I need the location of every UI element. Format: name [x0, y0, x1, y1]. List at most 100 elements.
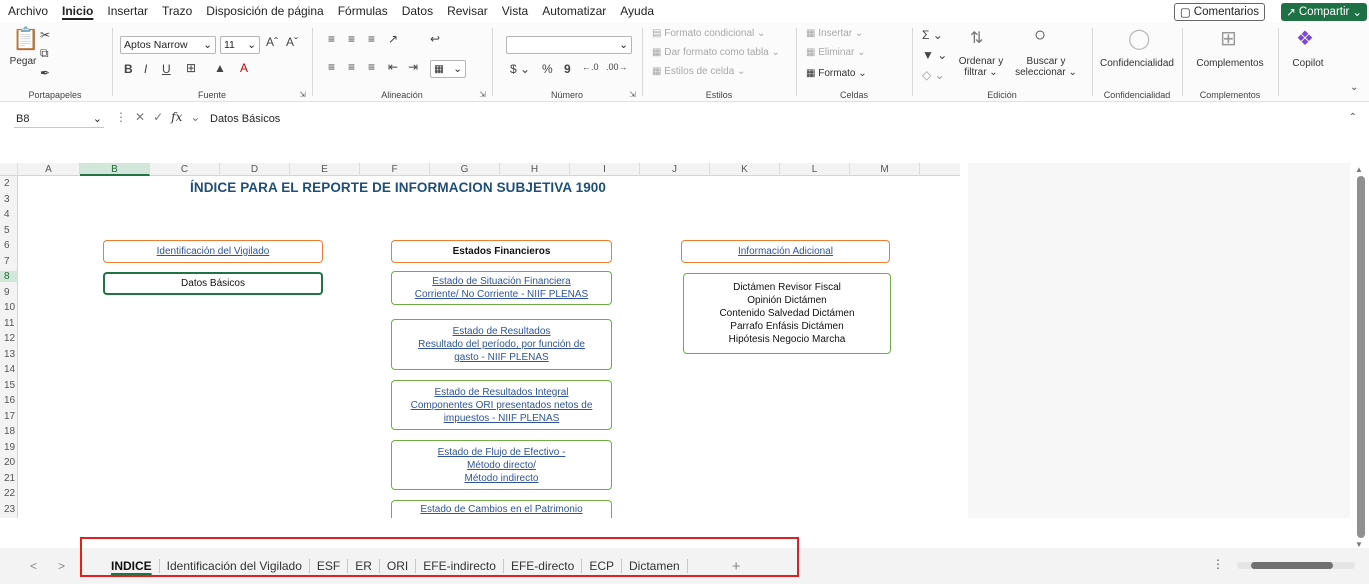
er-line1[interactable]: Estado de Resultados: [453, 325, 551, 338]
menu-tab-insertar[interactable]: Insertar: [107, 4, 148, 18]
function-icon[interactable]: fx: [171, 110, 182, 124]
column-header[interactable]: B: [80, 163, 150, 176]
scroll-up-icon[interactable]: ▲: [1355, 165, 1363, 174]
shield-icon[interactable]: ◯: [1128, 26, 1150, 51]
ori-line2[interactable]: Componentes ORI presentados netos de: [411, 399, 593, 412]
shrink-font-icon[interactable]: Aˇ: [286, 35, 298, 49]
column-header[interactable]: D: [220, 163, 290, 176]
row-header[interactable]: 18: [0, 426, 18, 437]
font-color-icon[interactable]: A: [240, 61, 248, 75]
name-box[interactable]: B8 ⌄: [14, 110, 104, 128]
row-header[interactable]: 22: [0, 488, 18, 499]
prev-sheet-icon[interactable]: <: [30, 559, 37, 573]
header-identificacion-link[interactable]: Identificación del Vigilado: [157, 245, 270, 258]
find-select-label[interactable]: Buscar y seleccionar ⌄: [1014, 56, 1078, 78]
ribbon-collapse-icon[interactable]: ⌄: [1350, 82, 1358, 93]
row-header[interactable]: 9: [0, 287, 18, 298]
link-cambios-patrimonio[interactable]: Estado de Cambios en el Patrimonio: [391, 500, 612, 518]
row-header[interactable]: 8: [0, 271, 18, 282]
esf-line1[interactable]: Estado de Situación Financiera: [432, 275, 570, 288]
menu-tab-f-rmulas[interactable]: Fórmulas: [338, 4, 388, 18]
insert-cells-button[interactable]: ▦ Insertar ⌄: [806, 28, 863, 39]
align-top-icon[interactable]: ≡: [328, 32, 335, 46]
clear-icon[interactable]: ◇ ⌄: [922, 68, 945, 82]
font-name-select[interactable]: Aptos Narrow ⌄: [120, 36, 216, 54]
row-header[interactable]: 15: [0, 380, 18, 391]
confirm-icon[interactable]: ✓: [153, 110, 163, 124]
share-button[interactable]: ↗ Compartir ⌄: [1281, 3, 1367, 21]
ori-line3[interactable]: impuestos - NIIF PLENAS: [444, 412, 560, 425]
link-flujo-efectivo[interactable]: Estado de Flujo de Efectivo - Método dir…: [391, 440, 612, 490]
more-options-icon[interactable]: ⋮: [115, 110, 127, 124]
conditional-format-button[interactable]: ▤ Formato condicional ⌄: [652, 28, 765, 39]
align-center-icon[interactable]: ≡: [348, 60, 355, 74]
format-as-table-button[interactable]: ▦ Dar formato como tabla ⌄: [652, 47, 780, 58]
copilot-icon[interactable]: ❖: [1296, 26, 1314, 51]
menu-tab-archivo[interactable]: Archivo: [8, 4, 48, 18]
grow-font-icon[interactable]: Aˆ: [266, 35, 278, 49]
decrease-decimal-icon[interactable]: .00→: [606, 62, 628, 72]
chevron-up-icon[interactable]: ⌃: [1349, 112, 1357, 123]
column-header[interactable]: C: [150, 163, 220, 176]
er-line3[interactable]: gasto - NIIF PLENAS: [454, 351, 548, 364]
row-header[interactable]: 14: [0, 364, 18, 375]
vertical-scroll-thumb[interactable]: [1357, 176, 1365, 538]
launcher-icon[interactable]: ⇲: [629, 90, 636, 99]
search-icon[interactable]: ○: [1034, 24, 1046, 47]
next-sheet-icon[interactable]: >: [58, 559, 65, 573]
merge-center-select[interactable]: ▦ ⌄: [430, 60, 466, 78]
fill-color-icon[interactable]: ▲: [214, 61, 226, 75]
dictamen-list[interactable]: Dictámen Revisor Fiscal Opinión Dictámen…: [683, 273, 891, 354]
align-left-icon[interactable]: ≡: [328, 60, 335, 74]
cut-icon[interactable]: ✂: [40, 28, 50, 42]
confidentiality-button[interactable]: Confidencialidad: [1094, 58, 1180, 69]
underline-icon[interactable]: U: [162, 62, 171, 76]
fill-icon[interactable]: ▼ ⌄: [922, 48, 947, 62]
dictamen-item[interactable]: Contenido Salvedad Dictámen: [719, 307, 854, 320]
cell-styles-button[interactable]: ▦ Estilos de celda ⌄: [652, 66, 745, 77]
autosum-icon[interactable]: Σ ⌄: [922, 28, 943, 42]
dictamen-item[interactable]: Opinión Dictámen: [747, 294, 826, 307]
menu-tab-disposici-n-de-p-gina[interactable]: Disposición de página: [206, 4, 323, 18]
dictamen-item[interactable]: Hipótesis Negocio Marcha: [729, 333, 846, 346]
column-header[interactable]: H: [500, 163, 570, 176]
align-right-icon[interactable]: ≡: [368, 60, 375, 74]
dictamen-item[interactable]: Parrafo Enfásis Dictámen: [730, 320, 843, 333]
menu-tab-inicio[interactable]: Inicio: [62, 4, 93, 18]
format-cells-button[interactable]: ▦ Formato ⌄: [806, 68, 867, 79]
comma-style-icon[interactable]: 9: [564, 62, 571, 76]
efe-line3[interactable]: Método indirecto: [465, 472, 539, 485]
column-header[interactable]: J: [640, 163, 710, 176]
row-header[interactable]: 4: [0, 209, 18, 220]
bold-icon[interactable]: B: [124, 62, 133, 76]
column-header[interactable]: M: [850, 163, 920, 176]
launcher-icon[interactable]: ⇲: [479, 90, 486, 99]
link-esf[interactable]: Estado de Situación Financiera Corriente…: [391, 271, 612, 305]
datos-basicos-text[interactable]: Datos Básicos: [181, 277, 245, 290]
row-header[interactable]: 11: [0, 318, 18, 329]
formula-input[interactable]: Datos Básicos: [210, 113, 280, 125]
efe-line1[interactable]: Estado de Flujo de Efectivo -: [438, 446, 566, 459]
launcher-icon[interactable]: ⇲: [299, 90, 306, 99]
cancel-icon[interactable]: ✕: [135, 110, 145, 124]
efe-line2[interactable]: Método directo/: [467, 459, 536, 472]
vertical-scrollbar[interactable]: [1357, 176, 1365, 538]
horizontal-scrollbar[interactable]: [1237, 562, 1355, 569]
menu-tab-vista[interactable]: Vista: [502, 4, 528, 18]
row-header[interactable]: 17: [0, 411, 18, 422]
more-options-icon[interactable]: ⋮: [1212, 557, 1224, 571]
increase-decimal-icon[interactable]: ←.0: [582, 62, 599, 72]
row-header[interactable]: 19: [0, 442, 18, 453]
header-informacion-adicional[interactable]: Información Adicional: [681, 240, 890, 263]
menu-tab-automatizar[interactable]: Automatizar: [542, 4, 606, 18]
header-identificacion-vigilado[interactable]: Identificación del Vigilado: [103, 240, 323, 263]
row-header[interactable]: 2: [0, 178, 18, 189]
row-header[interactable]: 10: [0, 302, 18, 313]
row-header[interactable]: 7: [0, 256, 18, 267]
column-header[interactable]: F: [360, 163, 430, 176]
link-datos-basicos[interactable]: Datos Básicos: [103, 272, 323, 295]
currency-icon[interactable]: $ ⌄: [510, 62, 530, 76]
column-header[interactable]: A: [18, 163, 80, 176]
row-header[interactable]: 3: [0, 194, 18, 205]
paste-icon[interactable]: 📋: [12, 26, 39, 52]
